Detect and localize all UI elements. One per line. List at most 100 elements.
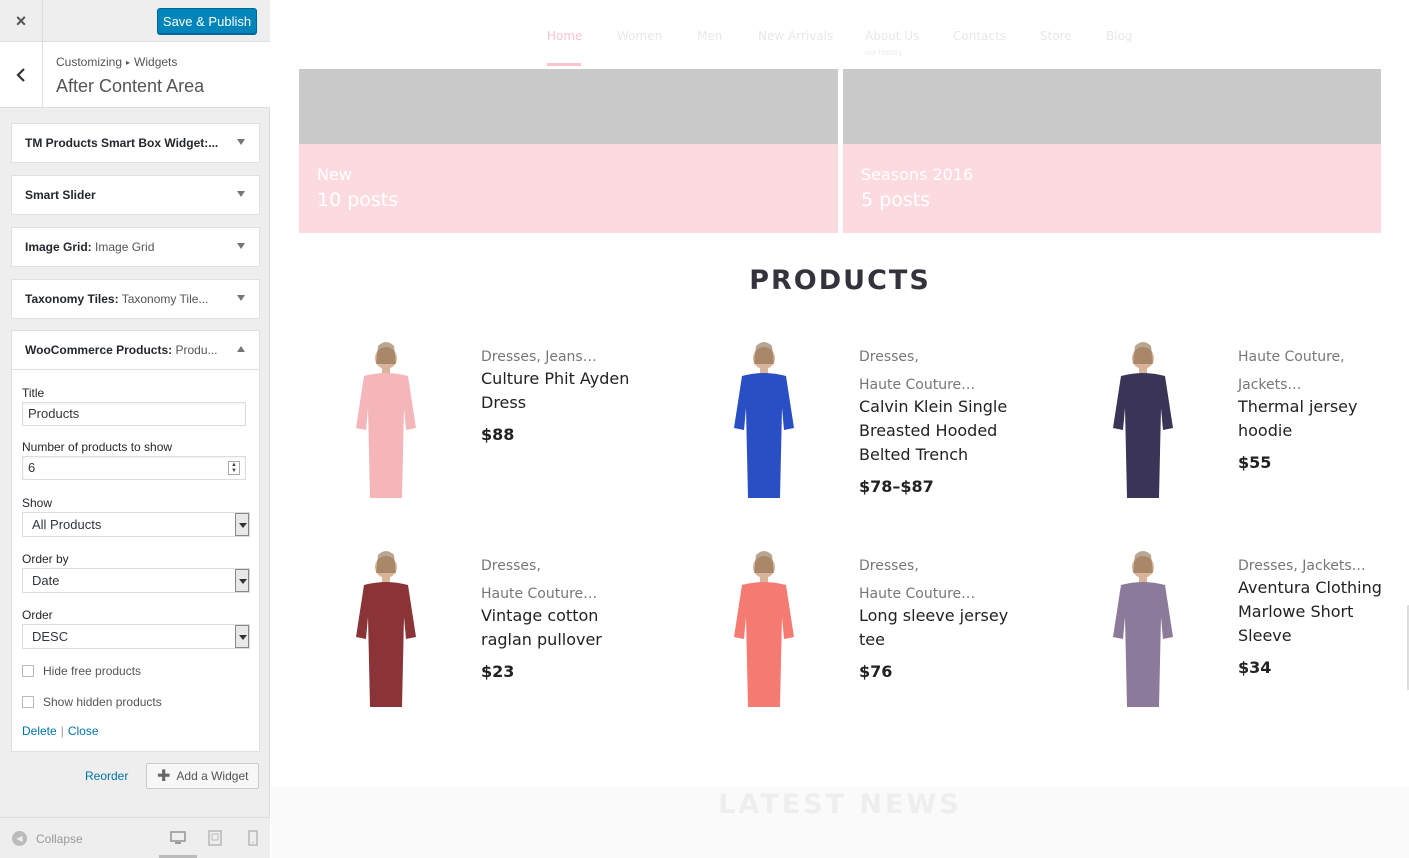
back-button[interactable] bbox=[0, 42, 43, 107]
tablet-preview-icon[interactable] bbox=[207, 830, 223, 846]
product-image[interactable] bbox=[1063, 547, 1223, 712]
close-customizer-button[interactable]: × bbox=[0, 0, 43, 42]
dropdown-arrow-icon[interactable] bbox=[235, 625, 249, 648]
show-hidden-checkbox[interactable] bbox=[22, 696, 34, 708]
hide-free-row: Hide free products bbox=[22, 664, 141, 678]
product-name-line: Belted Trench bbox=[859, 445, 969, 464]
close-icon: × bbox=[15, 10, 27, 31]
nav-home[interactable]: Home bbox=[547, 29, 582, 43]
arrow-down-icon[interactable] bbox=[237, 191, 245, 197]
show-select[interactable]: All Products bbox=[22, 512, 250, 537]
product-price: $78–$87 bbox=[859, 477, 934, 496]
product-image[interactable] bbox=[684, 547, 844, 712]
nav-women[interactable]: Women bbox=[617, 29, 662, 43]
mobile-preview-icon[interactable] bbox=[245, 830, 261, 846]
arrow-down-icon[interactable] bbox=[237, 243, 245, 249]
category-line: Dresses, bbox=[859, 558, 919, 574]
product-name-line: Calvin Klein Single bbox=[859, 397, 1008, 416]
widget-smart-slider[interactable]: Smart Slider bbox=[11, 175, 260, 215]
order-select-value: DESC bbox=[32, 629, 69, 644]
product-card[interactable]: Dresses, Jackets… Aventura Clothing Marlow… bbox=[1063, 547, 1409, 717]
product-name[interactable]: Calvin Klein Single Breasted Hooded Belted… bbox=[859, 395, 1029, 467]
widget-woocommerce-products[interactable]: WooCommerce Products: Produ... Title Pro… bbox=[11, 330, 260, 752]
product-name[interactable]: Culture Phit Ayden Dress bbox=[481, 367, 651, 415]
product-image[interactable] bbox=[1063, 338, 1223, 503]
product-name-line: raglan pullover bbox=[481, 630, 602, 649]
orderby-label: Order by bbox=[22, 552, 69, 566]
orderby-select[interactable]: Date bbox=[22, 568, 250, 593]
product-name-line: Culture Phit Ayden bbox=[481, 369, 630, 388]
product-card[interactable]: Dresses, Haute Couture… Vintage cotton ragl… bbox=[306, 547, 676, 717]
product-name-line: hoodie bbox=[1238, 421, 1293, 440]
nav-about-us[interactable]: About Us bbox=[865, 29, 919, 43]
product-name[interactable]: Vintage cotton raglan pullover bbox=[481, 604, 651, 652]
hide-free-label: Hide free products bbox=[43, 664, 142, 678]
category-line: Haute Couture, bbox=[1238, 349, 1345, 365]
product-name-line: tee bbox=[859, 630, 885, 649]
widget-title: WooCommerce Products: bbox=[25, 343, 173, 357]
collapse-button[interactable]: ◀ Collapse bbox=[12, 831, 83, 846]
product-name-line: Thermal jersey bbox=[1238, 397, 1358, 416]
nav-new-arrivals[interactable]: New Arrivals bbox=[758, 29, 833, 43]
add-widget-button[interactable]: ✚ Add a Widget bbox=[146, 763, 259, 789]
widget-title: Smart Slider bbox=[25, 188, 96, 202]
spinner-icon[interactable]: ▲ ▼ bbox=[228, 461, 240, 475]
save-publish-button[interactable]: Save & Publish bbox=[157, 8, 257, 34]
close-link[interactable]: Close bbox=[68, 724, 99, 738]
product-price: $34 bbox=[1238, 658, 1272, 677]
collapse-label: Collapse bbox=[36, 831, 83, 846]
product-image[interactable] bbox=[306, 338, 466, 503]
arrow-down-icon[interactable] bbox=[237, 295, 245, 301]
product-card[interactable]: Dresses, Haute Couture… Long sleeve jersey… bbox=[684, 547, 1054, 717]
breadcrumb-customizing: Customizing bbox=[56, 55, 123, 69]
product-card[interactable]: Dresses, Haute Couture… Calvin Klein Singl… bbox=[684, 338, 1054, 508]
widget-taxonomy-tiles[interactable]: Taxonomy Tiles: Taxonomy Tile... bbox=[11, 279, 260, 319]
delete-link[interactable]: Delete bbox=[22, 724, 57, 738]
product-name[interactable]: Aventura Clothing Marlowe Short Sleeve bbox=[1238, 576, 1408, 648]
product-name[interactable]: Long sleeve jersey tee bbox=[859, 604, 1029, 652]
chevron-left-icon bbox=[16, 67, 25, 82]
customizer-footer: ◀ Collapse bbox=[0, 817, 270, 858]
product-categories[interactable]: Dresses, Haute Couture… bbox=[859, 552, 1029, 608]
dropdown-arrow-icon[interactable] bbox=[235, 569, 249, 592]
nav-contacts[interactable]: Contacts bbox=[953, 29, 1006, 43]
product-image[interactable] bbox=[306, 547, 466, 712]
product-card[interactable]: Dresses, Jeans… Culture Phit Ayden Dress $8… bbox=[306, 338, 676, 508]
product-name-line: Aventura Clothing bbox=[1238, 578, 1382, 597]
widget-form: Title Products Number of products to sho… bbox=[12, 369, 259, 751]
product-categories[interactable]: Haute Couture, Jackets… bbox=[1238, 343, 1408, 399]
number-of-products-input[interactable]: 6 ▲ ▼ bbox=[22, 456, 246, 480]
product-name-line: Breasted Hooded bbox=[859, 421, 998, 440]
hide-free-checkbox[interactable] bbox=[22, 665, 34, 677]
widget-tm-products-smart-box[interactable]: TM Products Smart Box Widget:... bbox=[11, 123, 260, 163]
product-categories[interactable]: Dresses, Haute Couture… bbox=[481, 552, 651, 608]
product-image[interactable] bbox=[684, 338, 844, 503]
desktop-preview-icon[interactable] bbox=[170, 830, 186, 846]
nav-blog[interactable]: Blog bbox=[1106, 29, 1133, 43]
products-heading: PRODUCTS bbox=[749, 265, 931, 296]
tile-title: New bbox=[317, 165, 352, 184]
widget-subtitle: Taxonomy Tile... bbox=[118, 292, 209, 306]
customizer-header: × Save & Publish bbox=[0, 0, 270, 42]
order-select[interactable]: DESC bbox=[22, 624, 250, 649]
widget-subtitle: Image Grid bbox=[91, 240, 155, 254]
reorder-link[interactable]: Reorder bbox=[85, 769, 128, 783]
arrow-up-icon[interactable] bbox=[237, 346, 245, 352]
section-header: Customizing ▸ Widgets After Content Area bbox=[0, 42, 270, 108]
arrow-down-icon[interactable] bbox=[237, 139, 245, 145]
widget-actions: Delete | Close bbox=[22, 724, 99, 738]
dropdown-arrow-icon[interactable] bbox=[235, 513, 249, 536]
widget-title: Image Grid: bbox=[25, 240, 92, 254]
nav-men[interactable]: Men bbox=[697, 29, 722, 43]
tile-title: Seasons 2016 bbox=[861, 165, 974, 184]
widget-image-grid[interactable]: Image Grid: Image Grid bbox=[11, 227, 260, 267]
nav-active-indicator bbox=[547, 63, 581, 66]
product-categories[interactable]: Dresses, Haute Couture… bbox=[859, 343, 1029, 399]
product-name[interactable]: Thermal jersey hoodie bbox=[1238, 395, 1408, 443]
nav-store[interactable]: Store bbox=[1040, 29, 1072, 43]
taxonomy-tile[interactable]: Seasons 2016 5 posts bbox=[843, 69, 1381, 233]
product-card[interactable]: Haute Couture, Jackets… Thermal jersey hood… bbox=[1063, 338, 1409, 508]
widget-title: TM Products Smart Box Widget:... bbox=[25, 136, 219, 150]
taxonomy-tile[interactable]: New 10 posts bbox=[299, 69, 838, 233]
title-input[interactable]: Products bbox=[22, 402, 246, 426]
